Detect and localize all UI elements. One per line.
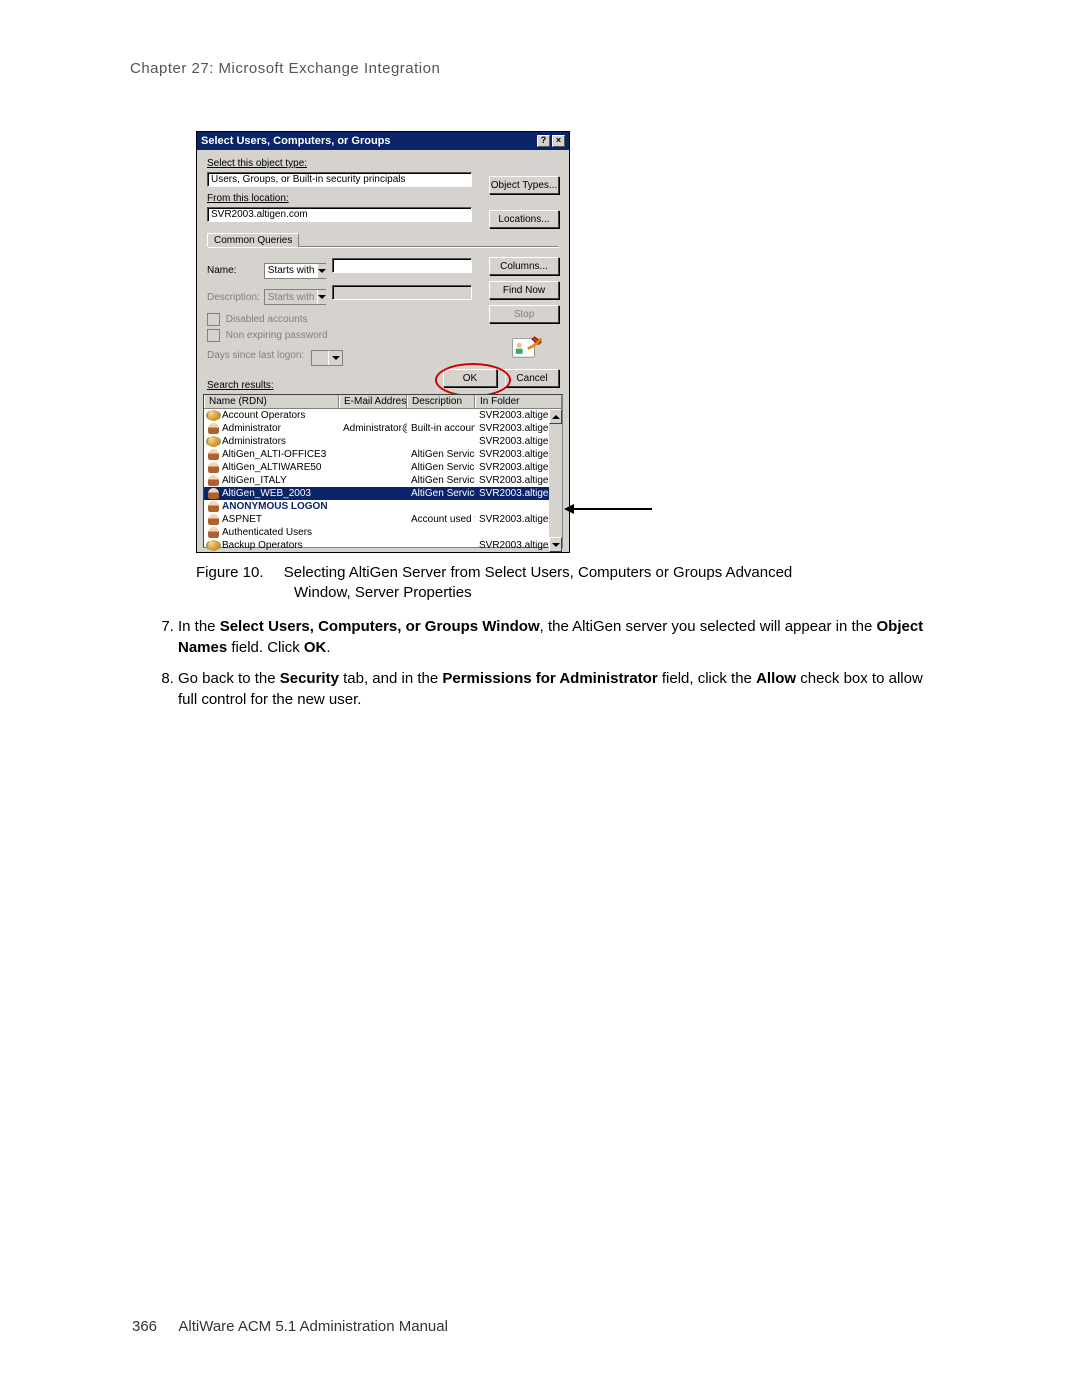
name-value-input[interactable] bbox=[332, 258, 472, 273]
chevron-down-icon bbox=[317, 290, 326, 304]
tab-common-queries[interactable]: Common Queries bbox=[207, 233, 299, 247]
user-icon bbox=[208, 423, 219, 434]
disabled-accounts-label: Disabled accounts bbox=[226, 314, 308, 325]
page-footer: 366 AltiWare ACM 5.1 Administration Manu… bbox=[132, 1318, 448, 1335]
results-body: Account OperatorsSVR2003.altige...Admini… bbox=[204, 409, 562, 552]
page-number: 366 bbox=[132, 1318, 157, 1335]
table-row[interactable]: AdministratorsSVR2003.altige... bbox=[204, 435, 562, 448]
user-icon bbox=[208, 527, 219, 538]
from-location-label: From this location: bbox=[207, 193, 289, 204]
col-folder[interactable]: In Folder bbox=[475, 395, 562, 408]
table-row[interactable]: ANONYMOUS LOGON bbox=[204, 500, 562, 513]
titlebar-text: Select Users, Computers, or Groups bbox=[201, 135, 391, 147]
figure-text-1: Selecting AltiGen Server from Select Use… bbox=[284, 564, 793, 581]
table-row[interactable]: AltiGen_ITALYAltiGen Service ...SVR2003.… bbox=[204, 474, 562, 487]
instruction-list: In the Select Users, Computers, or Group… bbox=[150, 616, 942, 720]
scrollbar[interactable] bbox=[549, 409, 562, 552]
user-icon bbox=[208, 475, 219, 486]
search-results-label: Search results: bbox=[207, 380, 274, 391]
select-object-type-label: Select this object type: bbox=[207, 158, 307, 169]
name-condition-select[interactable]: Starts with bbox=[264, 263, 326, 279]
annotation-arrow bbox=[572, 508, 652, 510]
stop-button: Stop bbox=[489, 305, 559, 323]
col-name[interactable]: Name (RDN) bbox=[204, 395, 339, 408]
user-icon bbox=[208, 462, 219, 473]
table-row[interactable]: Account OperatorsSVR2003.altige... bbox=[204, 409, 562, 422]
table-row[interactable]: AdministratorAdministrator@S...Built-in … bbox=[204, 422, 562, 435]
ok-button[interactable]: OK bbox=[443, 369, 497, 387]
location-value: SVR2003.altigen.com bbox=[211, 209, 308, 220]
group-icon bbox=[208, 436, 219, 447]
col-email[interactable]: E-Mail Address bbox=[339, 395, 407, 408]
days-since-select bbox=[311, 350, 343, 366]
days-since-label: Days since last logon: bbox=[207, 350, 304, 361]
non-expiring-label: Non expiring password bbox=[226, 330, 328, 341]
scroll-up-icon[interactable] bbox=[549, 409, 562, 424]
chapter-header: Chapter 27: Microsoft Exchange Integrati… bbox=[130, 60, 1080, 77]
columns-button[interactable]: Columns... bbox=[489, 257, 559, 275]
non-expiring-checkbox bbox=[207, 329, 220, 342]
description-condition-select: Starts with bbox=[264, 289, 326, 305]
chevron-down-icon bbox=[328, 351, 342, 365]
disabled-accounts-checkbox bbox=[207, 313, 220, 326]
user-icon bbox=[208, 514, 219, 525]
manual-title: AltiWare ACM 5.1 Administration Manual bbox=[178, 1318, 448, 1335]
table-row[interactable]: AltiGen_ALTIWARE50AltiGen Service ...SVR… bbox=[204, 461, 562, 474]
results-table: Name (RDN) E-Mail Address Description In… bbox=[203, 394, 563, 548]
user-icon bbox=[208, 488, 219, 499]
address-book-icon bbox=[509, 330, 543, 364]
description-value-input bbox=[332, 285, 472, 300]
col-desc[interactable]: Description bbox=[407, 395, 475, 408]
figure-caption: Figure 10. Selecting AltiGen Server from… bbox=[196, 563, 916, 604]
figure-label: Figure 10. bbox=[196, 564, 264, 581]
table-row[interactable]: AltiGen_WEB_2003AltiGen Service ...SVR20… bbox=[204, 487, 562, 500]
table-row[interactable]: Authenticated Users bbox=[204, 526, 562, 539]
object-types-button[interactable]: Object Types... bbox=[489, 176, 559, 194]
table-row[interactable]: AltiGen_ALTI-OFFICE3AltiGen Service ...S… bbox=[204, 448, 562, 461]
close-icon[interactable]: × bbox=[552, 135, 565, 147]
chevron-down-icon bbox=[317, 264, 326, 278]
group-icon bbox=[208, 410, 219, 421]
user-icon bbox=[208, 449, 219, 460]
group-icon bbox=[208, 540, 219, 551]
help-icon[interactable]: ? bbox=[537, 135, 550, 147]
name-label: Name: bbox=[207, 265, 261, 276]
cancel-button[interactable]: Cancel bbox=[505, 369, 559, 387]
user-icon bbox=[208, 501, 219, 512]
step-8: Go back to the Security tab, and in the … bbox=[178, 668, 942, 710]
object-type-value: Users, Groups, or Built-in security prin… bbox=[211, 174, 406, 185]
description-label: Description: bbox=[207, 292, 261, 303]
results-header: Name (RDN) E-Mail Address Description In… bbox=[204, 395, 562, 409]
scroll-down-icon[interactable] bbox=[549, 537, 562, 552]
table-row[interactable]: ASPNETAccount used fo...SVR2003.altige..… bbox=[204, 513, 562, 526]
object-type-input[interactable]: Users, Groups, or Built-in security prin… bbox=[207, 172, 472, 187]
dialog-select-users: Select Users, Computers, or Groups ? × S… bbox=[196, 131, 570, 553]
location-input[interactable]: SVR2003.altigen.com bbox=[207, 207, 472, 222]
step-7: In the Select Users, Computers, or Group… bbox=[178, 616, 942, 658]
table-row[interactable]: Backup OperatorsSVR2003.altige... bbox=[204, 539, 562, 552]
titlebar: Select Users, Computers, or Groups ? × bbox=[197, 132, 569, 150]
figure-text-2: Window, Server Properties bbox=[294, 584, 472, 601]
locations-button[interactable]: Locations... bbox=[489, 210, 559, 228]
find-now-button[interactable]: Find Now bbox=[489, 281, 559, 299]
